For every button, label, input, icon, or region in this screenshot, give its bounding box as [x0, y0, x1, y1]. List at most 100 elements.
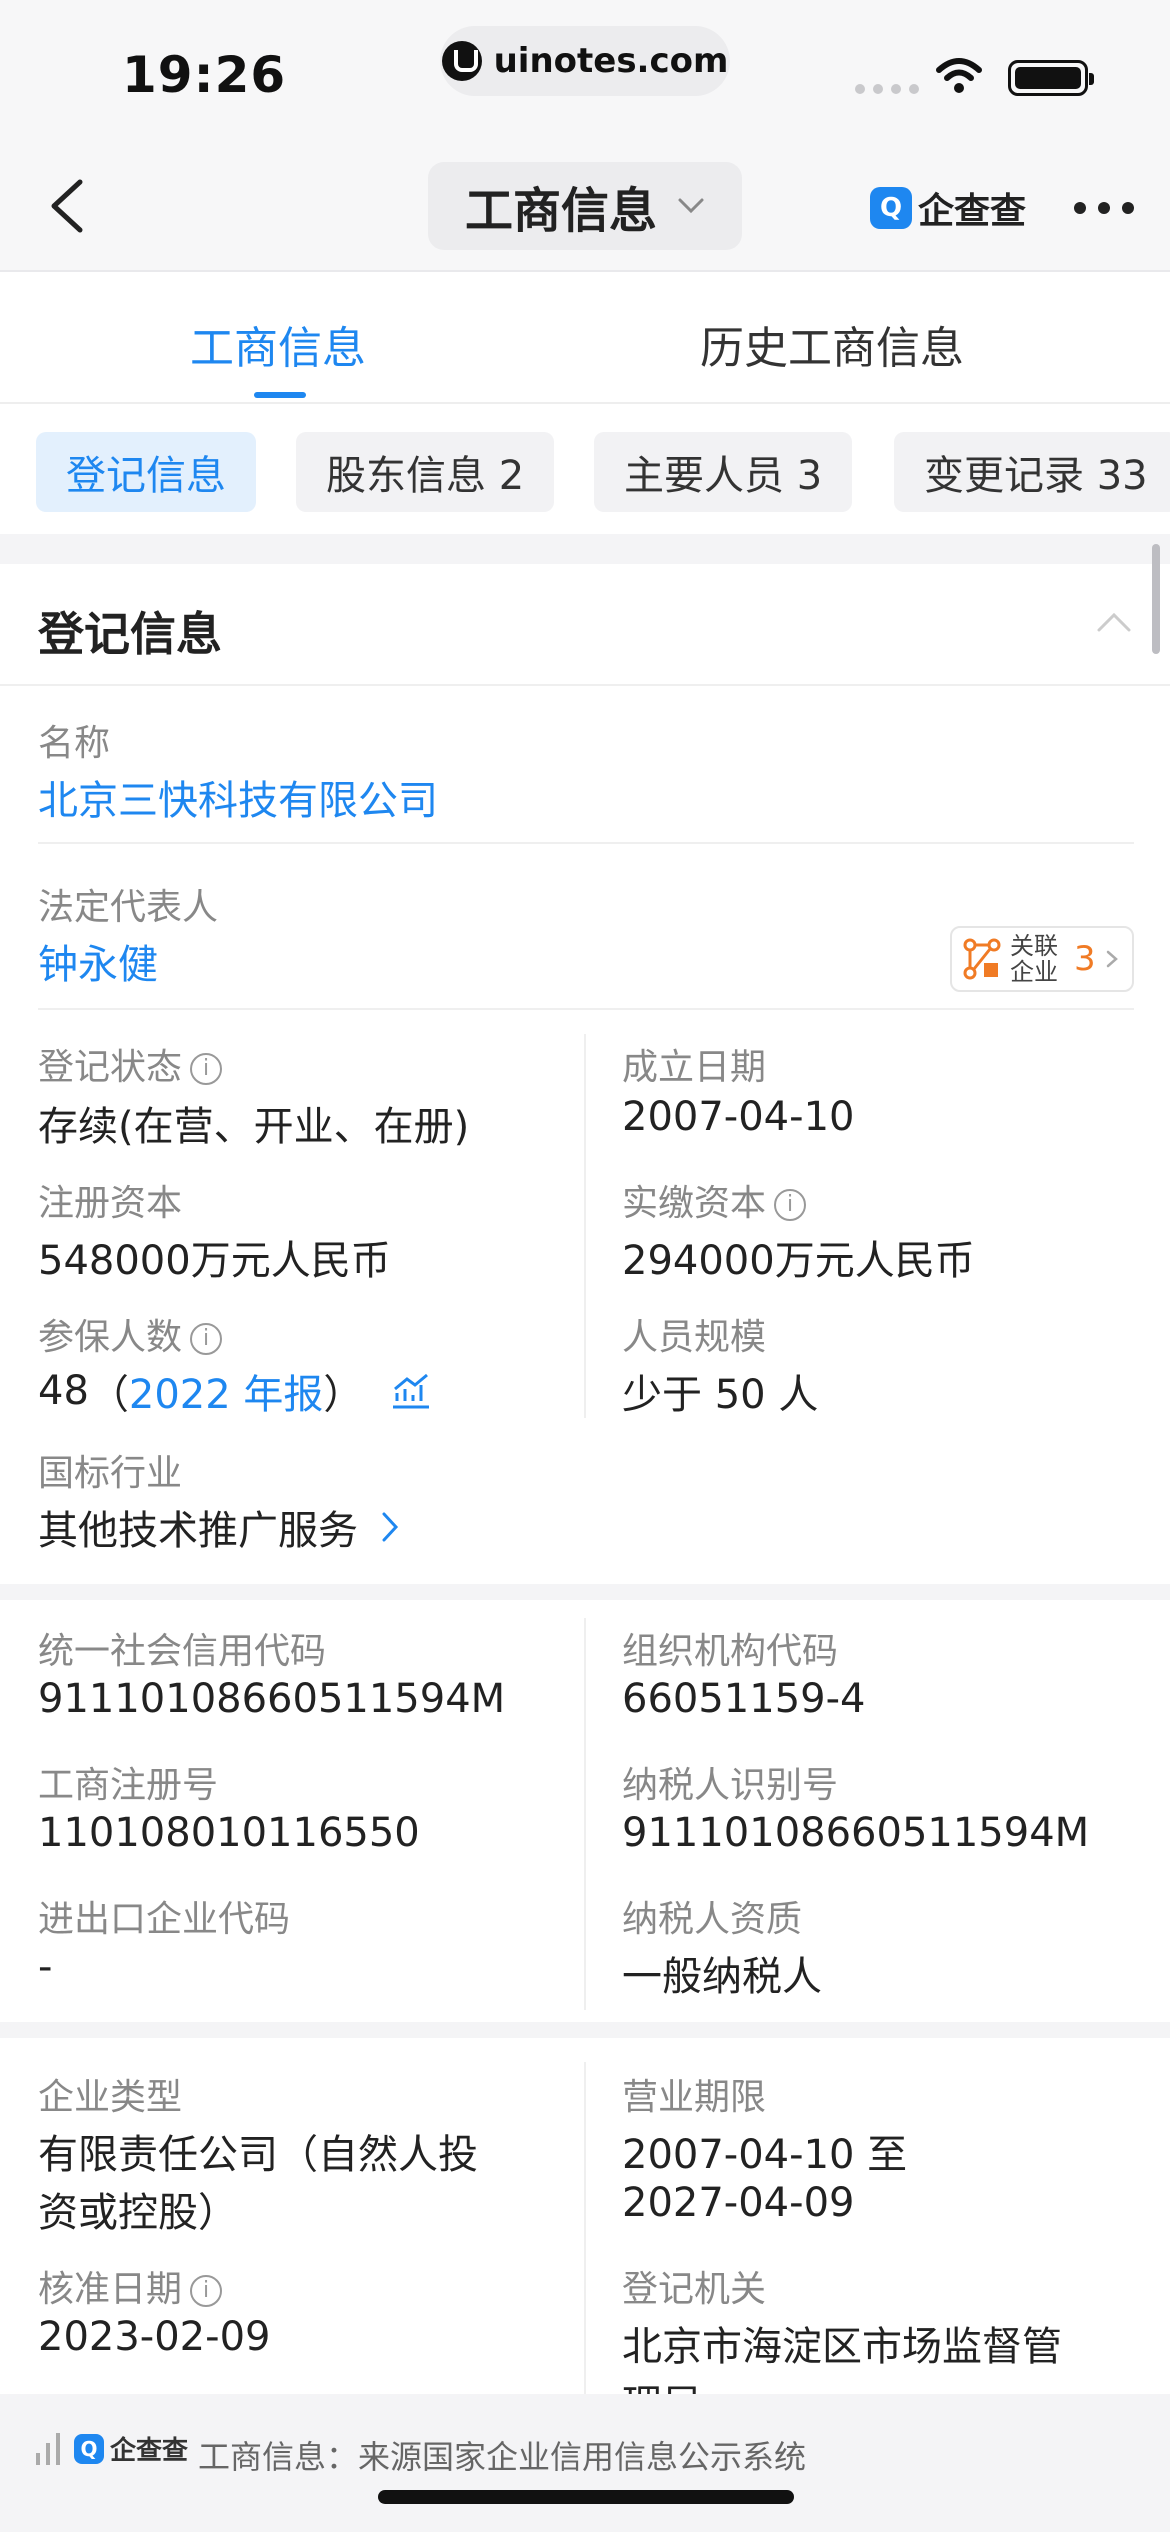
- taxpayer-id-label: 纳税人识别号: [622, 1765, 839, 1806]
- paid-capital-label-text: 实缴资本: [622, 1183, 767, 1224]
- chevron-down-icon: [678, 198, 704, 214]
- related-companies-button[interactable]: 关联企业 3: [950, 926, 1134, 992]
- biz-term-label: 营业期限: [622, 2077, 767, 2118]
- battery-icon: [1008, 60, 1094, 96]
- approval-date-value: 2023-02-09: [38, 2314, 271, 2360]
- tab-history-business-info[interactable]: 历史工商信息: [700, 312, 964, 376]
- scrollbar[interactable]: [1152, 544, 1160, 654]
- section-header[interactable]: 登记信息: [0, 564, 1170, 686]
- footer-brand: 企查查: [110, 2436, 189, 2466]
- page-title-dropdown[interactable]: 工商信息: [428, 162, 742, 250]
- chip-key-personnel[interactable]: 主要人员 3: [594, 432, 853, 512]
- insured-count: 48: [38, 1368, 89, 1414]
- source-footer: Q 企查查 工商信息：来源国家企业信用信息公示系统: [0, 2394, 1170, 2532]
- separator: [0, 1584, 1170, 1600]
- biz-term-line2: 2027-04-09: [622, 2180, 855, 2226]
- footer-logo: Q 企查查: [36, 2430, 188, 2467]
- reg-capital-value: 548000万元人民币: [38, 1238, 391, 1284]
- info-icon[interactable]: i: [190, 1323, 223, 1355]
- org-code-label: 组织机构代码: [622, 1631, 839, 1672]
- industry-value-row[interactable]: 其他技术推广服务: [38, 1498, 402, 1556]
- annual-report-link[interactable]: 2022 年报: [129, 1362, 324, 1420]
- page-title: 工商信息: [464, 183, 657, 239]
- chevron-up-icon[interactable]: [1096, 610, 1132, 634]
- info-icon[interactable]: i: [190, 1053, 223, 1085]
- chip-change-records[interactable]: 变更记录 33: [894, 432, 1170, 512]
- taxpayer-id-value: 91110108660511594M: [622, 1810, 1090, 1856]
- separator: [0, 2022, 1170, 2038]
- chip-shareholders[interactable]: 股东信息 2: [296, 432, 555, 512]
- taxpayer-type-label: 纳税人资质: [622, 1899, 803, 1940]
- paren-open: （: [88, 1372, 129, 1418]
- url-pill[interactable]: uinotes.com: [440, 26, 730, 96]
- status-label: 登记状态 i: [38, 1038, 223, 1090]
- company-type-label: 企业类型: [38, 2077, 183, 2118]
- insured-label-text: 参保人数: [38, 1317, 183, 1358]
- approval-date-label-text: 核准日期: [38, 2269, 183, 2310]
- sub-nav-chips: 登记信息 股东信息 2 主要人员 3 变更记录 33: [0, 404, 1170, 534]
- more-icon[interactable]: [1074, 202, 1134, 214]
- column-divider: [584, 2062, 586, 2394]
- divider: [38, 1008, 1134, 1010]
- info-icon[interactable]: i: [774, 1189, 807, 1221]
- import-export-value: -: [38, 1944, 53, 1990]
- reg-capital-label: 注册资本: [38, 1183, 183, 1224]
- status-bar: 19:26 uinotes.com: [0, 0, 1170, 140]
- url-text: uinotes.com: [493, 41, 729, 81]
- section-title: 登记信息: [38, 607, 222, 661]
- tab-business-info[interactable]: 工商信息: [190, 312, 366, 376]
- registration-section: 登记信息 名称 北京三快科技有限公司 法定代表人 钟永健 关联企业 3 登记状态…: [0, 564, 1170, 2428]
- nav-bar: 工商信息 Q 企查查: [0, 140, 1170, 272]
- taxpayer-type-value: 一般纳税人: [622, 1954, 822, 2000]
- site-logo-icon: [441, 41, 482, 81]
- qcc-logo-icon: Q: [74, 2433, 104, 2464]
- status-label-text: 登记状态: [38, 1047, 183, 1088]
- brand-logo: Q 企查查: [870, 182, 1026, 234]
- related-companies-label: 关联企业: [1010, 932, 1058, 986]
- back-arrow-icon[interactable]: [40, 176, 100, 236]
- approval-date-label: 核准日期 i: [38, 2260, 223, 2312]
- source-text: 工商信息：来源国家企业信用信息公示系统: [198, 2438, 807, 2476]
- company-type-line2: 资或控股）: [38, 2190, 238, 2236]
- active-tab-indicator: [254, 392, 306, 398]
- chevron-right-icon: [382, 1512, 399, 1542]
- column-divider: [584, 1618, 586, 2010]
- status-value: 存续(在营、开业、在册): [38, 1104, 470, 1150]
- brand-name: 企查查: [918, 191, 1027, 232]
- paren-close: ）: [323, 1372, 364, 1418]
- paid-capital-label: 实缴资本 i: [622, 1174, 807, 1226]
- legal-rep-label: 法定代表人: [38, 887, 219, 928]
- founded-label: 成立日期: [622, 1047, 767, 1088]
- reg-authority-label: 登记机关: [622, 2269, 767, 2310]
- reg-authority-line1: 北京市海淀区市场监督管: [622, 2324, 1062, 2370]
- info-icon[interactable]: i: [190, 2275, 223, 2307]
- staff-size-value: 少于 50 人: [622, 1372, 819, 1418]
- credit-code-label: 统一社会信用代码: [38, 1631, 327, 1672]
- import-export-label: 进出口企业代码: [38, 1899, 291, 1940]
- network-icon: [963, 938, 1001, 980]
- home-indicator[interactable]: [378, 2490, 794, 2504]
- chip-registration[interactable]: 登记信息: [36, 432, 256, 512]
- industry-label: 国标行业: [38, 1453, 183, 1494]
- org-code-value: 66051159-4: [622, 1676, 866, 1722]
- staff-size-label: 人员规模: [622, 1317, 767, 1358]
- wifi-icon: [936, 58, 982, 93]
- biz-term-line1: 2007-04-10 至: [622, 2132, 908, 2178]
- paid-capital-value: 294000万元人民币: [622, 1238, 975, 1284]
- company-type-line1: 有限责任公司（自然人投: [38, 2132, 478, 2178]
- bars-icon: [36, 2432, 60, 2465]
- trend-chart-icon[interactable]: [389, 1371, 433, 1411]
- legal-rep-name[interactable]: 钟永健: [38, 932, 158, 990]
- tab-bar: 工商信息 历史工商信息: [0, 272, 1170, 404]
- biz-reg-no-label: 工商注册号: [38, 1765, 219, 1806]
- insured-label: 参保人数 i: [38, 1308, 223, 1360]
- company-name[interactable]: 北京三快科技有限公司: [38, 768, 438, 826]
- name-label: 名称: [38, 723, 111, 764]
- column-divider: [584, 1034, 586, 1418]
- chevron-right-icon: [1106, 950, 1118, 968]
- qcc-logo-icon: Q: [870, 187, 912, 229]
- related-companies-count: 3: [1074, 939, 1096, 979]
- divider: [38, 842, 1134, 844]
- cellular-signal-icon: [855, 84, 919, 94]
- founded-value: 2007-04-10: [622, 1094, 855, 1140]
